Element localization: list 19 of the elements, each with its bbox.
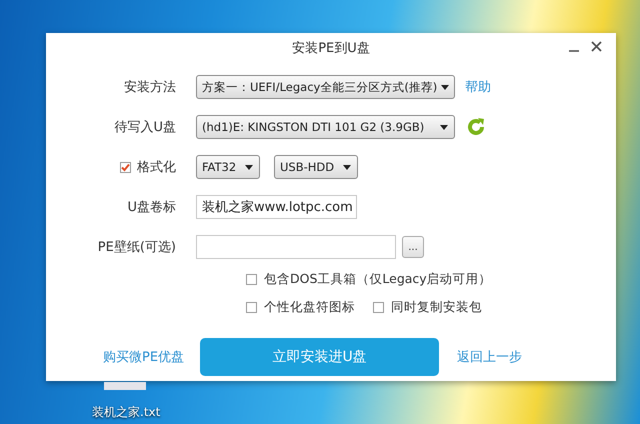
drive-dropdown[interactable]: (hd1)E: KINGSTON DTI 101 G2 (3.9GB) — [196, 115, 455, 139]
window-title: 安装PE到U盘 — [292, 40, 370, 57]
back-link[interactable]: 返回上一步 — [457, 348, 522, 366]
desktop-icon-label[interactable]: 装机之家.txt — [92, 404, 160, 421]
option-label: 同时复制安装包 — [391, 299, 482, 316]
option-label: 包含DOS工具箱（仅Legacy启动可用） — [264, 271, 492, 288]
format-label: 格式化 — [137, 159, 176, 176]
volume-label-field[interactable]: 装机之家www.lotpc.com — [196, 195, 357, 219]
browse-button[interactable]: ... — [402, 236, 424, 258]
field-label: 安装方法 — [124, 79, 176, 96]
buy-link[interactable]: 购买微PE优盘 — [103, 348, 184, 366]
help-link[interactable]: 帮助 — [465, 78, 491, 96]
boot-mode-dropdown[interactable]: USB-HDD — [274, 155, 358, 179]
field-label: PE壁纸(可选) — [98, 239, 176, 256]
option-label: 个性化盘符图标 — [264, 299, 355, 316]
field-label: 待写入U盘 — [114, 119, 176, 136]
filesystem-dropdown[interactable]: FAT32 — [196, 155, 260, 179]
install-method-dropdown[interactable]: 方案一：UEFI/Legacy全能三分区方式(推荐) — [196, 75, 455, 99]
field-label: U盘卷标 — [127, 199, 176, 216]
